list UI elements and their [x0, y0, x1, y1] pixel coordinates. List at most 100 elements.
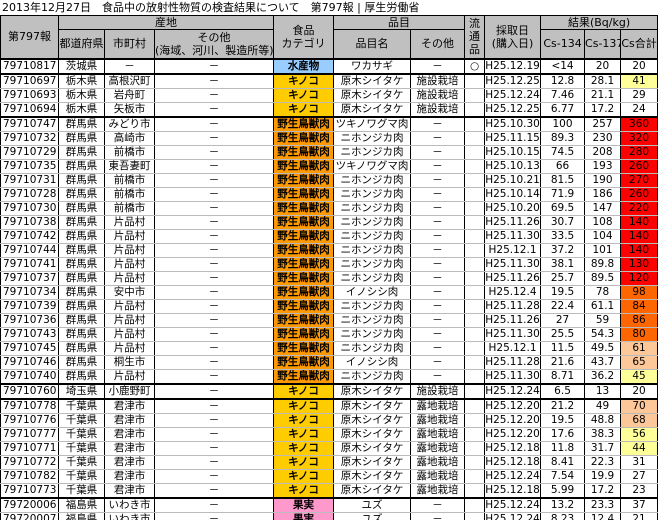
cs137-cell: 20: [584, 57, 622, 74]
page: 2013年12月27日 食品中の放射性物質の検査結果について 第797報 | 厚…: [0, 0, 658, 520]
category-cell: キノコ: [273, 101, 335, 117]
table-row: 79710732 群馬県 高崎市－野生鳥獣肉 ニホンジカ肉－ H25.11.15 89.3…: [0, 130, 658, 146]
table-row: 79710782 千葉県 君津市－キノコ 原木シイタケ 露地栽培 H25.12.24 7.5…: [0, 468, 658, 484]
sample-date-cell: H25.12.24: [484, 496, 542, 513]
distributed-cell: [464, 482, 486, 498]
city-cell: 東吾妻町: [104, 158, 155, 174]
prefecture-cell: 群馬県: [58, 284, 105, 300]
cs137-cell: 17.2: [584, 482, 622, 498]
cs-total-cell: 260: [620, 186, 658, 202]
item-name-cell: 原木シイタケ: [333, 412, 412, 428]
report-id-cell: 79710729: [0, 144, 59, 160]
prefecture-cell: 群馬県: [58, 312, 105, 328]
origin-other-cell: －: [153, 228, 275, 244]
cs-total-cell: 140: [620, 242, 658, 258]
table-row: 79710742 群馬県 片品村－野生鳥獣肉 ニホンジカ肉－ H25.11.30 33.5…: [0, 228, 658, 244]
report-id-cell: 79720007: [0, 511, 59, 520]
prefecture-cell: 群馬県: [58, 214, 105, 230]
origin-other-cell: －: [153, 482, 275, 498]
category-cell: 野生鳥獣肉: [273, 172, 335, 188]
item-other-cell: 露地栽培: [410, 397, 466, 414]
report-id-cell: 79710777: [0, 426, 59, 442]
city-cell: 片品村: [104, 298, 155, 314]
item-name-cell: 原木シイタケ: [333, 397, 412, 414]
item-name-cell: 原木シイタケ: [333, 482, 412, 498]
item-name-cell: ユズ: [333, 496, 412, 513]
origin-other-cell: －: [153, 172, 275, 188]
prefecture-cell: 群馬県: [58, 130, 105, 146]
cs-total-cell: 360: [620, 115, 658, 132]
table-row: 79710760 埼玉県 小鹿野町－キノコ 原木シイタケ 施設栽培 H25.12.24 6.…: [0, 382, 658, 399]
item-name-cell: 原木シイタケ: [333, 72, 412, 89]
header-report: 第797報: [0, 15, 59, 59]
table-row: 79710729 群馬県 前橋市－野生鳥獣肉 ニホンジカ肉－ H25.10.15 74.5…: [0, 144, 658, 160]
distributed-cell: [464, 200, 486, 216]
city-cell: 片品村: [104, 214, 155, 230]
cs134-cell: 74.5: [540, 144, 586, 160]
city-cell: 前橋市: [104, 200, 155, 216]
category-cell: 野生鳥獣肉: [273, 242, 335, 258]
table-row: 79710740 群馬県 片品村－野生鳥獣肉 ニホンジカ肉－ H25.11.30 8.71…: [0, 368, 658, 384]
distributed-cell: [464, 382, 486, 399]
cs-total-cell: 21: [620, 511, 658, 520]
distributed-cell: [464, 214, 486, 230]
category-cell: 野生鳥獣肉: [273, 354, 335, 370]
cs-total-cell: 65: [620, 354, 658, 370]
item-other-cell: －: [410, 284, 466, 300]
cs-total-cell: 140: [620, 228, 658, 244]
sample-date-cell: H25.12.25: [484, 72, 542, 89]
distributed-cell: [464, 354, 486, 370]
item-other-cell: －: [410, 326, 466, 342]
distributed-cell: [464, 172, 486, 188]
prefecture-cell: 千葉県: [58, 468, 105, 484]
table-row: 79710771 千葉県 君津市－キノコ 原木シイタケ 露地栽培 H25.12.18 11.…: [0, 440, 658, 456]
cs137-cell: 104: [584, 228, 622, 244]
city-cell: 高崎市: [104, 130, 155, 146]
sample-date-cell: H25.10.15: [484, 144, 542, 160]
item-name-cell: 原木シイタケ: [333, 468, 412, 484]
table-row: 79710746 群馬県 桐生市－野生鳥獣肉 イノシシ肉－ H25.11.28 21.6 4…: [0, 354, 658, 370]
origin-other-cell: －: [153, 426, 275, 442]
item-other-cell: －: [410, 312, 466, 328]
item-name-cell: 原木シイタケ: [333, 87, 412, 103]
cs137-cell: 257: [584, 115, 622, 132]
origin-other-cell: －: [153, 144, 275, 160]
distributed-cell: [464, 340, 486, 356]
origin-other-cell: －: [153, 326, 275, 342]
item-other-cell: －: [410, 144, 466, 160]
item-other-cell: 露地栽培: [410, 482, 466, 498]
city-cell: 片品村: [104, 242, 155, 258]
cs-total-cell: 37: [620, 496, 658, 513]
sample-date-cell: H25.10.20: [484, 200, 542, 216]
origin-other-cell: －: [153, 412, 275, 428]
sample-date-cell: H25.12.24: [484, 468, 542, 484]
city-cell: 君津市: [104, 454, 155, 470]
report-id-cell: 79710773: [0, 482, 59, 498]
item-name-cell: 原木シイタケ: [333, 382, 412, 399]
origin-other-cell: －: [153, 312, 275, 328]
header-result: 結果(Bq/kg): [540, 15, 658, 30]
origin-other-cell: －: [153, 158, 275, 174]
item-name-cell: ニホンジカ肉: [333, 186, 412, 202]
cs-total-cell: 44: [620, 440, 658, 456]
item-other-cell: －: [410, 228, 466, 244]
category-cell: 野生鳥獣肉: [273, 158, 335, 174]
cs137-cell: 49.5: [584, 340, 622, 356]
distributed-cell: [464, 72, 486, 89]
table-row: 79710694 栃木県 矢板市－キノコ 原木シイタケ 施設栽培 H25.12.25 6.7…: [0, 101, 658, 117]
prefecture-cell: 茨城県: [58, 57, 105, 74]
cs-total-cell: 27: [620, 468, 658, 484]
header-cs-total: Cs合計: [620, 29, 658, 59]
cs137-cell: 208: [584, 144, 622, 160]
report-id-cell: 79710743: [0, 326, 59, 342]
item-name-cell: 原木シイタケ: [333, 454, 412, 470]
cs134-cell: 33.5: [540, 228, 586, 244]
cs-total-cell: 68: [620, 412, 658, 428]
category-cell: 野生鳥獣肉: [273, 130, 335, 146]
distributed-cell: [464, 454, 486, 470]
table-row: 79710776 千葉県 君津市－キノコ 原木シイタケ 露地栽培 H25.12.20 19.…: [0, 412, 658, 428]
origin-other-cell: －: [153, 256, 275, 272]
sample-date-cell: H25.12.4: [484, 284, 542, 300]
sample-date-cell: H25.12.25: [484, 101, 542, 117]
cs-total-cell: 120: [620, 270, 658, 286]
